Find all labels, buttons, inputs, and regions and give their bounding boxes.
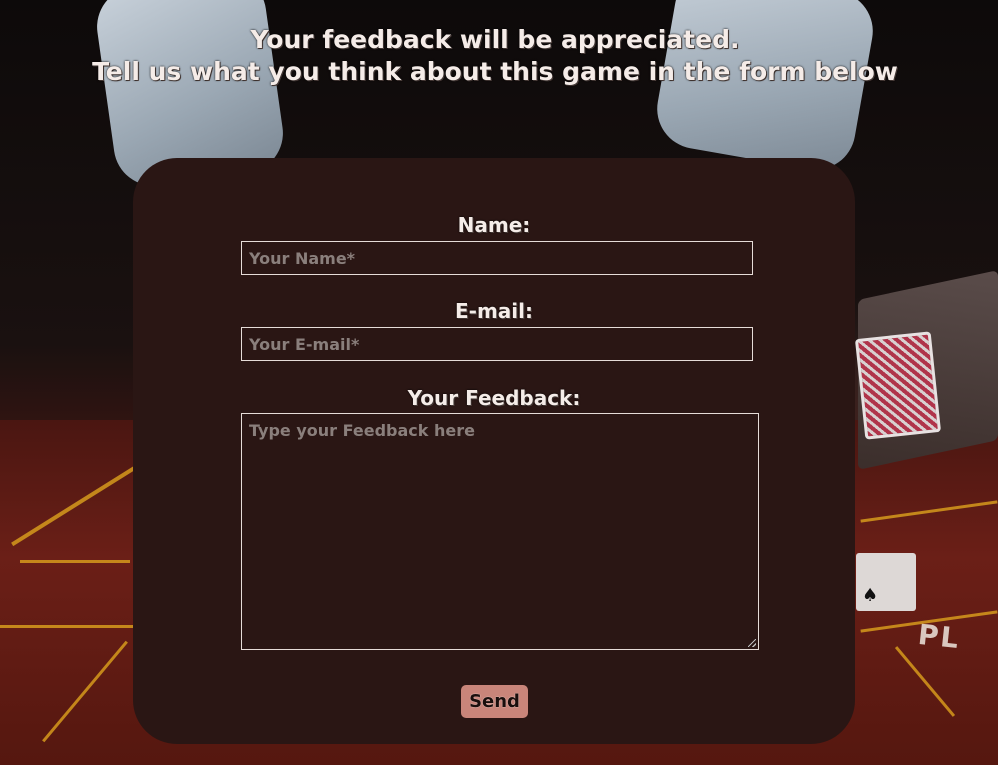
heading-line-1: Your feedback will be appreciated. — [250, 25, 740, 54]
send-button[interactable]: Send — [461, 685, 528, 718]
name-label: Name: — [457, 213, 531, 237]
feedback-label: Your Feedback: — [407, 386, 581, 410]
name-input[interactable]: Your Name* — [241, 241, 753, 275]
table-line — [20, 560, 130, 563]
email-input[interactable]: Your E-mail* — [241, 327, 753, 361]
table-print: PL — [916, 617, 962, 656]
page-heading: Your feedback will be appreciated. Tell … — [0, 24, 990, 88]
spade-icon: ♠ — [862, 585, 879, 606]
table-line — [0, 625, 140, 628]
feedback-form: Name: Your Name* E-mail: Your E-mail* Yo… — [133, 158, 855, 744]
email-label: E-mail: — [454, 299, 533, 323]
playing-card — [854, 331, 942, 440]
resize-handle-icon[interactable] — [748, 639, 756, 647]
page: ♠ PL Your feedback will be appreciated. … — [0, 0, 998, 765]
heading-line-2: Tell us what you think about this game i… — [92, 57, 898, 86]
feedback-textarea[interactable]: Type your Feedback here — [241, 413, 759, 650]
feedback-placeholder: Type your Feedback here — [249, 421, 475, 440]
